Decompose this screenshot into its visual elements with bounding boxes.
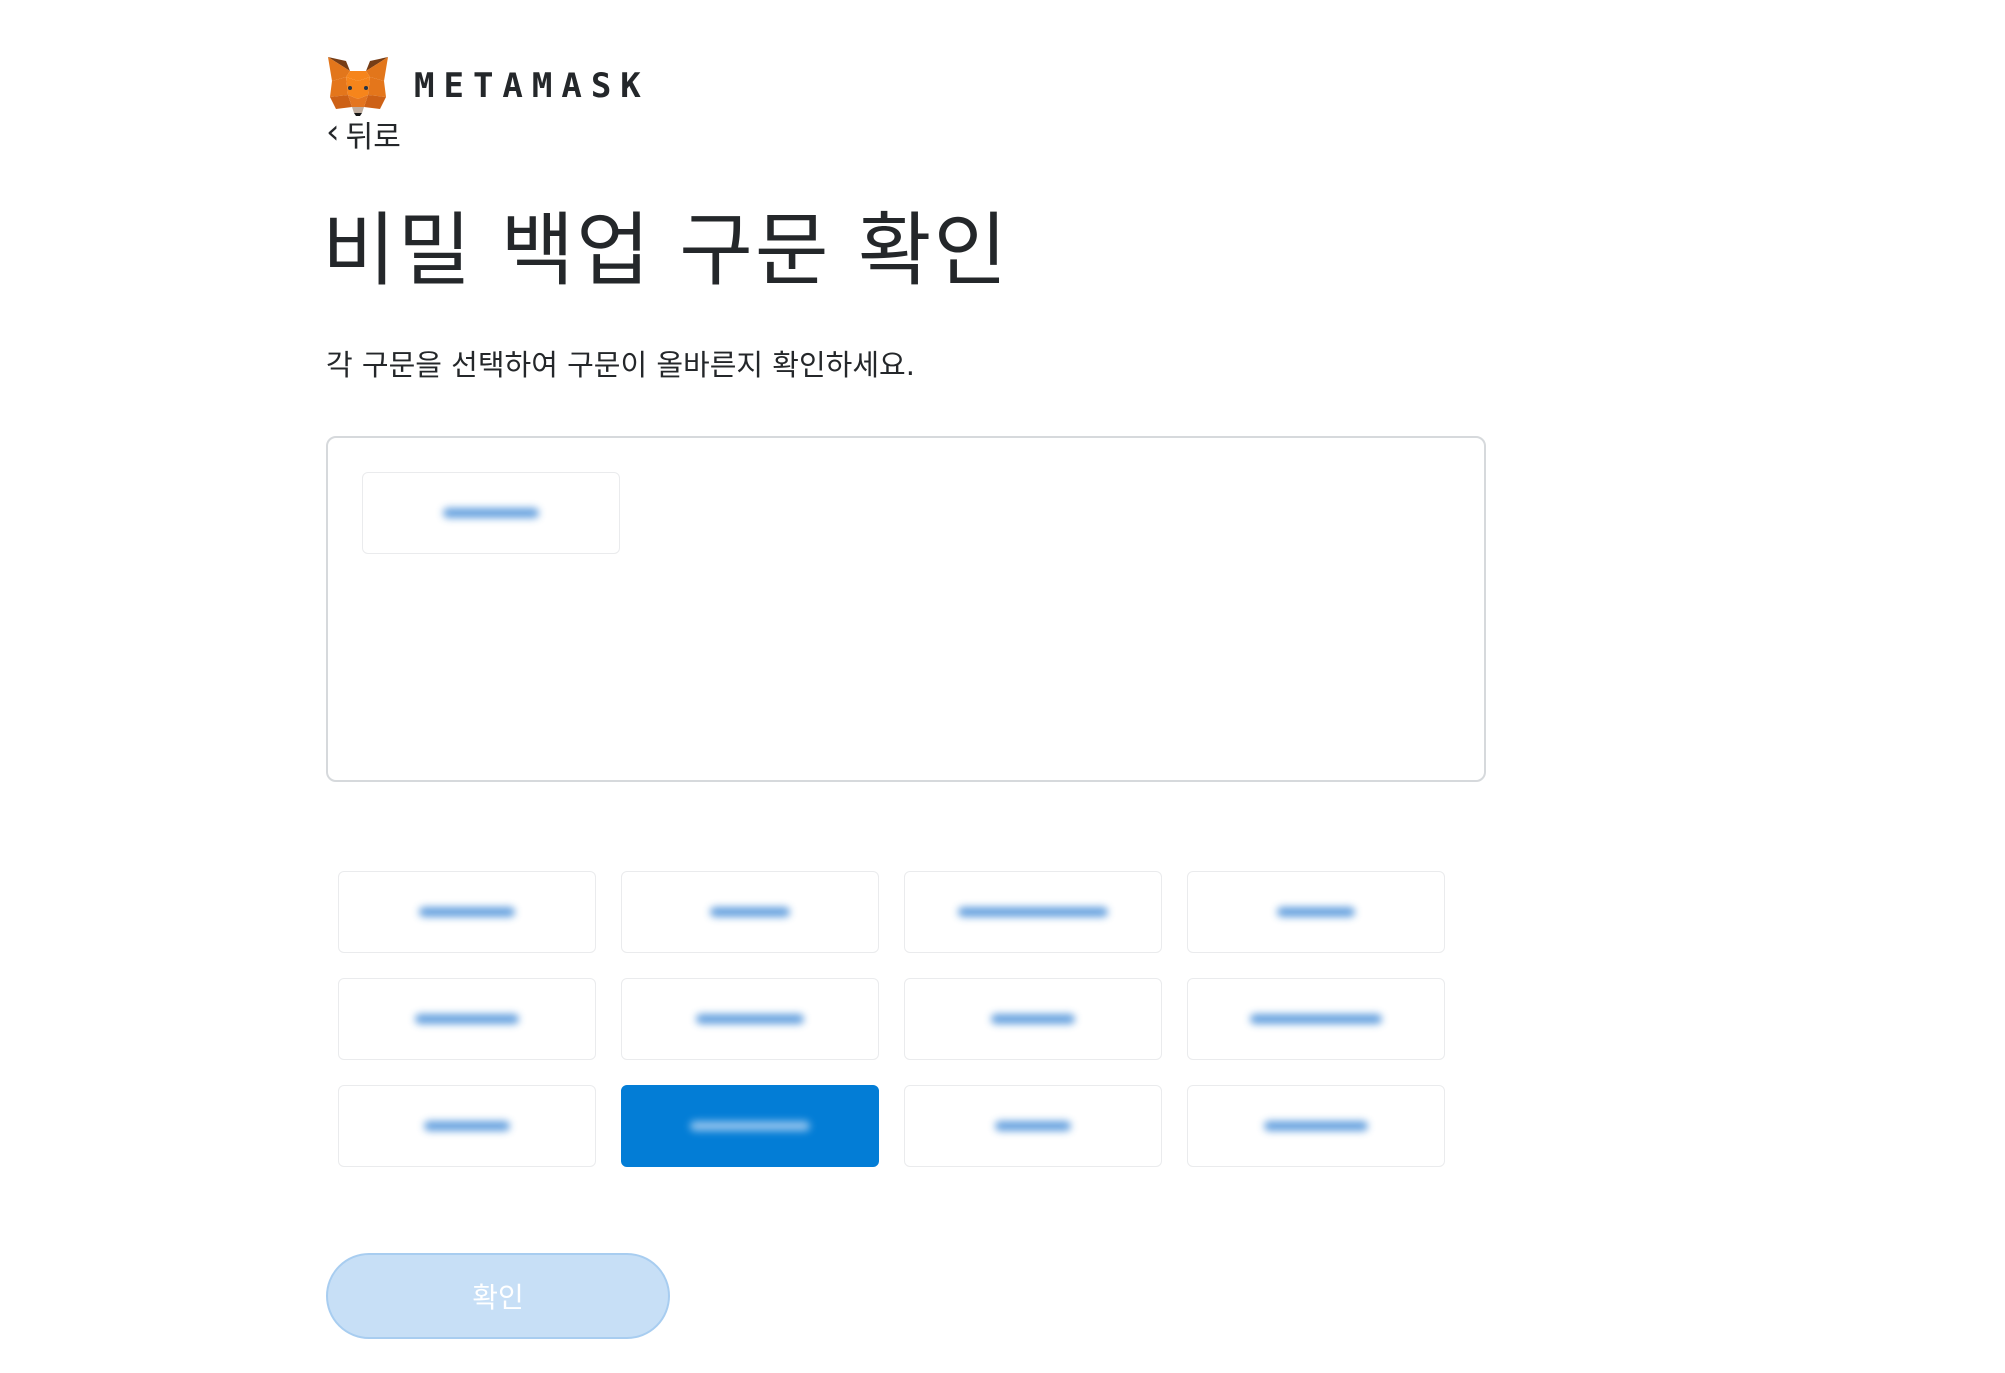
selected-word-chip[interactable] <box>362 472 620 554</box>
hidden-word <box>710 907 790 917</box>
hidden-word <box>1264 1121 1368 1131</box>
metamask-fox-icon <box>328 57 388 116</box>
word-option-selected[interactable] <box>621 1085 879 1167</box>
hidden-word <box>991 1014 1075 1024</box>
hidden-word <box>958 907 1108 917</box>
hidden-word <box>1250 1014 1382 1024</box>
word-option[interactable] <box>904 1085 1162 1167</box>
app-header: METAMASK <box>326 54 650 118</box>
word-option[interactable] <box>621 978 879 1060</box>
hidden-word <box>419 907 515 917</box>
word-option[interactable] <box>1187 978 1445 1060</box>
hidden-word <box>443 508 539 518</box>
word-option[interactable] <box>621 871 879 953</box>
confirm-button[interactable]: 확인 <box>326 1253 670 1339</box>
word-option[interactable] <box>338 1085 596 1167</box>
hidden-word <box>995 1121 1071 1131</box>
hidden-word <box>690 1121 810 1131</box>
confirm-recovery-phrase-page: METAMASK ‹ 뒤로 비밀 백업 구문 확인 각 구문을 선택하여 구문이… <box>0 0 2005 1373</box>
word-option[interactable] <box>338 871 596 953</box>
hidden-word <box>696 1014 804 1024</box>
brand-wordmark: METAMASK <box>414 66 650 106</box>
word-option[interactable] <box>338 978 596 1060</box>
word-option[interactable] <box>1187 1085 1445 1167</box>
word-options-grid <box>338 871 1446 1167</box>
hidden-word <box>1277 907 1355 917</box>
instructions-text: 각 구문을 선택하여 구문이 올바른지 확인하세요. <box>326 348 915 382</box>
back-link[interactable]: ‹ 뒤로 <box>326 112 401 156</box>
selected-words-area <box>326 436 1486 782</box>
word-option[interactable] <box>904 978 1162 1060</box>
hidden-word <box>424 1121 510 1131</box>
chevron-left-icon: ‹ <box>326 112 340 152</box>
back-label: 뒤로 <box>345 120 401 155</box>
hidden-word <box>415 1014 519 1024</box>
word-option[interactable] <box>1187 871 1445 953</box>
word-option[interactable] <box>904 871 1162 953</box>
page-title: 비밀 백업 구문 확인 <box>322 204 1010 297</box>
